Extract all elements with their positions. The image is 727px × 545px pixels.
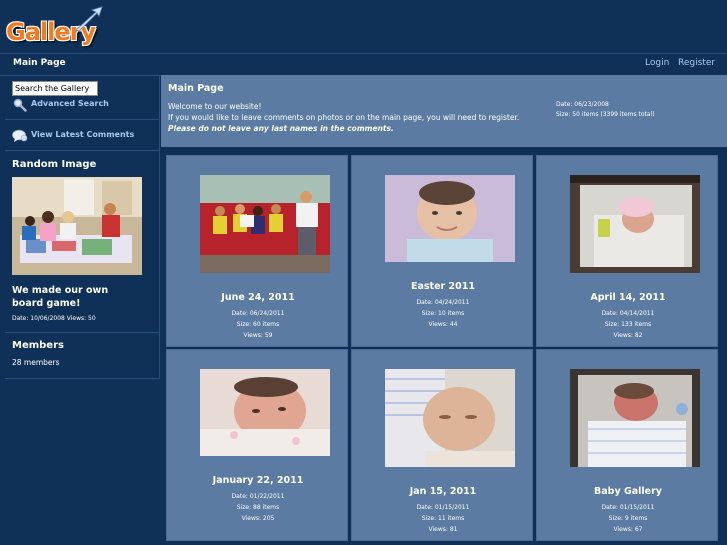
album-title[interactable]: Jan 15, 2011 xyxy=(352,486,534,497)
album-card[interactable]: Baby Gallery Date: 01/15/2011 Size: 9 it… xyxy=(536,349,718,541)
register-link[interactable]: Register xyxy=(678,58,715,68)
album-date: Date: 01/15/2011 xyxy=(601,504,655,511)
search-input[interactable] xyxy=(12,81,98,96)
album-thumbnail[interactable] xyxy=(200,369,330,456)
album-views: Views: 67 xyxy=(613,526,643,533)
page-title: Main Page xyxy=(168,83,224,94)
album-thumbnail[interactable] xyxy=(200,175,330,273)
sidebar: Advanced Search View Latest Comments Ran… xyxy=(5,75,160,379)
album-card[interactable]: Easter 2011 Date: 04/24/2011 Size: 10 it… xyxy=(351,155,533,347)
album-thumbnail[interactable] xyxy=(570,175,700,273)
advanced-search-link[interactable]: Advanced Search xyxy=(31,99,109,108)
breadcrumb-main-page[interactable]: Main Page xyxy=(13,58,66,68)
album-size: Size: 10 items xyxy=(421,310,465,317)
album-card[interactable]: April 14, 2011 Date: 04/14/2011 Size: 13… xyxy=(536,155,718,347)
album-date: Date: 04/14/2011 xyxy=(601,310,655,317)
album-title[interactable]: January 22, 2011 xyxy=(167,475,349,486)
gallery-logo[interactable]: Gallery xyxy=(6,6,103,50)
gallery-date: Date: 06/23/2008 xyxy=(556,101,609,108)
random-image-title[interactable]: We made our own board game! xyxy=(12,284,142,310)
comments-icon xyxy=(12,129,28,142)
album-thumbnail[interactable] xyxy=(385,369,515,467)
album-title[interactable]: Baby Gallery xyxy=(537,486,719,497)
album-size: Size: 133 items xyxy=(604,321,652,328)
top-navbar: Main Page Login Register xyxy=(0,53,727,76)
magnifier-icon xyxy=(13,98,27,112)
album-size: Size: 9 items xyxy=(608,515,648,522)
album-title[interactable]: Easter 2011 xyxy=(352,281,534,292)
members-count: 28 members xyxy=(12,358,60,367)
album-date: Date: 06/24/2011 xyxy=(231,310,285,317)
album-date: Date: 01/22/2011 xyxy=(231,493,285,500)
gallery-size: Size: 50 items (3399 items total) xyxy=(556,111,655,118)
album-size: Size: 11 items xyxy=(421,515,465,522)
album-views: Views: 44 xyxy=(428,321,458,328)
album-card[interactable]: Jan 15, 2011 Date: 01/15/2011 Size: 11 i… xyxy=(351,349,533,541)
random-image-heading: Random Image xyxy=(12,159,97,170)
album-title[interactable]: June 24, 2011 xyxy=(167,292,349,303)
album-date: Date: 04/24/2011 xyxy=(416,299,470,306)
register-info-text: If you would like to leave comments on p… xyxy=(168,113,520,122)
album-size: Size: 88 items xyxy=(236,504,280,511)
warning-text: Please do not leave any last names in th… xyxy=(168,124,394,133)
sidebar-divider xyxy=(5,378,159,379)
album-views: Views: 205 xyxy=(241,515,275,522)
sidebar-divider xyxy=(5,150,159,151)
album-views: Views: 81 xyxy=(428,526,458,533)
random-image-meta: Date: 10/06/2008 Views: 50 xyxy=(12,315,96,322)
site-header: Gallery xyxy=(0,0,727,53)
members-heading: Members xyxy=(12,340,64,351)
latest-comments-link[interactable]: View Latest Comments xyxy=(31,130,134,139)
album-views: Views: 59 xyxy=(243,332,273,339)
album-card[interactable]: June 24, 2011 Date: 06/24/2011 Size: 60 … xyxy=(166,155,348,347)
sidebar-divider xyxy=(5,119,159,120)
album-title[interactable]: April 14, 2011 xyxy=(537,292,719,303)
login-link[interactable]: Login xyxy=(645,58,669,68)
album-size: Size: 60 items xyxy=(236,321,280,328)
album-grid: June 24, 2011 Date: 06/24/2011 Size: 60 … xyxy=(161,150,727,545)
album-views: Views: 82 xyxy=(613,332,643,339)
logo-arrow-icon xyxy=(75,6,103,32)
album-thumbnail[interactable] xyxy=(385,175,515,262)
main-page-header: Main Page Welcome to our website! If you… xyxy=(161,75,727,147)
welcome-text: Welcome to our website! xyxy=(168,102,262,111)
album-date: Date: 01/15/2011 xyxy=(416,504,470,511)
sidebar-divider xyxy=(5,332,159,333)
random-image-photo[interactable] xyxy=(12,177,142,275)
album-card[interactable]: January 22, 2011 Date: 01/22/2011 Size: … xyxy=(166,349,348,541)
album-thumbnail[interactable] xyxy=(570,369,700,467)
